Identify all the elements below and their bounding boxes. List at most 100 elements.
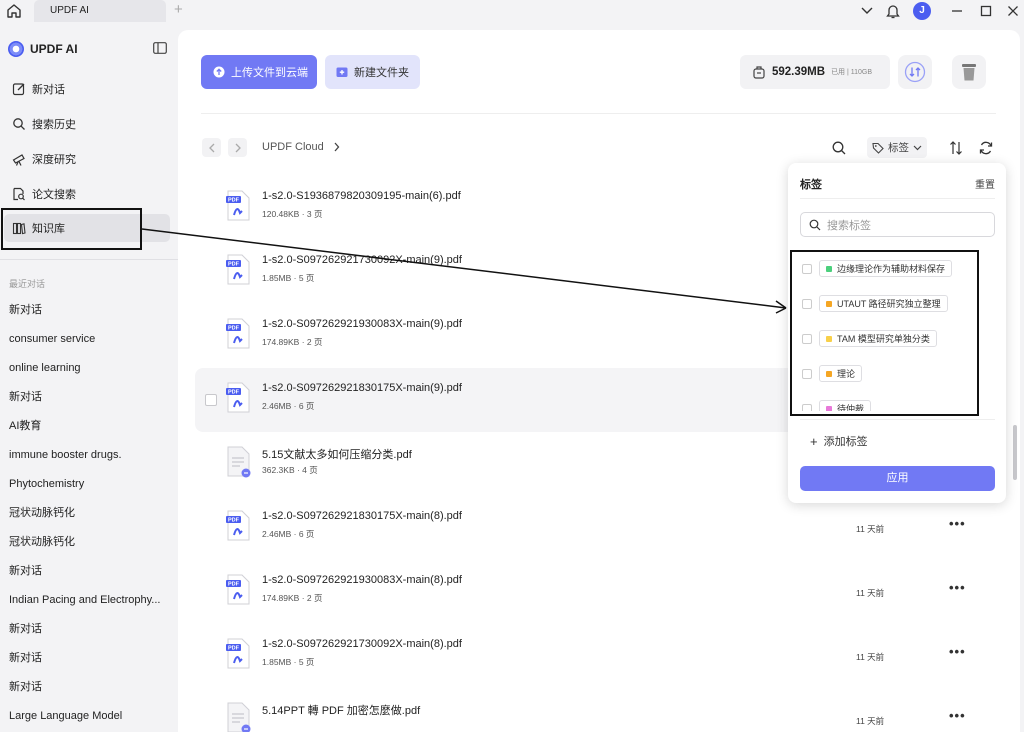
file-name[interactable]: 1-s2.0-S1936879820309195-main(6).pdf xyxy=(262,190,461,202)
file-row[interactable]: PDF 1-s2.0-S097262921730092X-main(8).pdf 1… xyxy=(195,624,995,688)
list-item[interactable]: online learning xyxy=(9,354,169,383)
more-options-icon[interactable]: ••• xyxy=(949,580,966,595)
sort-icon[interactable] xyxy=(948,140,964,156)
bell-icon[interactable] xyxy=(884,2,902,20)
sidebar-item-search-history[interactable]: 搜索历史 xyxy=(4,110,170,138)
plus-icon: + xyxy=(810,433,818,449)
minimize-icon[interactable] xyxy=(948,2,966,20)
more-options-icon[interactable]: ••• xyxy=(949,708,966,723)
breadcrumb-root[interactable]: UPDF Cloud xyxy=(262,141,324,153)
pdf-file-icon: PDF xyxy=(225,318,251,350)
search-icon xyxy=(13,118,25,130)
svg-text:PDF: PDF xyxy=(228,582,240,588)
sidebar-item-paper-search[interactable]: 论文搜索 xyxy=(4,180,170,208)
file-meta: 120.48KB · 3 页 xyxy=(262,209,323,219)
title-bar: UPDF AI + J xyxy=(0,0,1024,22)
divider xyxy=(0,259,178,260)
avatar[interactable]: J xyxy=(913,2,931,20)
file-name[interactable]: 5.15文献太多如何压缩分类.pdf xyxy=(262,446,412,462)
svg-text:PDF: PDF xyxy=(228,262,240,268)
reset-button[interactable]: 重置 xyxy=(975,176,995,191)
list-item[interactable]: 新对话 xyxy=(9,557,169,586)
document-file-icon xyxy=(225,702,251,732)
chevron-down-icon[interactable] xyxy=(858,2,876,20)
sidebar-item-new-chat[interactable]: 新对话 xyxy=(4,75,170,103)
tag-filter-label: 标签 xyxy=(888,142,909,154)
divider xyxy=(800,419,995,420)
list-item[interactable]: Indian Pacing and Electrophy... xyxy=(9,586,169,615)
highlight-box-knowledge-base xyxy=(1,208,142,250)
pdf-file-icon: PDF xyxy=(225,574,251,606)
file-checkbox[interactable] xyxy=(205,394,217,406)
file-name[interactable]: 1-s2.0-S097262921730092X-main(8).pdf xyxy=(262,638,462,650)
close-icon[interactable] xyxy=(1004,2,1022,20)
file-name[interactable]: 1-s2.0-S097262921930083X-main(8).pdf xyxy=(262,574,462,586)
file-name[interactable]: 1-s2.0-S097262921730092X-main(9).pdf xyxy=(262,254,462,266)
upload-label: 上传文件到云端 xyxy=(231,67,308,79)
brand-name: UPDF AI xyxy=(30,42,78,56)
new-tab-icon[interactable]: + xyxy=(174,1,183,18)
sidebar: UPDF AI 新对话 搜索历史 深度研究 论文搜索 知识库 最近对话 新对话 … xyxy=(0,30,178,732)
sidebar-item-label: 深度研究 xyxy=(32,154,76,166)
list-item[interactable]: consumer service xyxy=(9,325,169,354)
file-row[interactable]: 5.14PPT 轉 PDF 加密怎麼做.pdf 11 天前 ••• xyxy=(195,688,995,732)
file-name[interactable]: 1-s2.0-S097262921930083X-main(9).pdf xyxy=(262,318,462,330)
sync-button[interactable] xyxy=(898,55,932,89)
file-meta: 362.3KB · 4 页 xyxy=(262,465,318,475)
chevron-left-icon xyxy=(208,143,214,152)
list-item[interactable]: 新对话 xyxy=(9,673,169,702)
scrollbar[interactable] xyxy=(1013,425,1017,480)
storage-total: 已用 | 110GB xyxy=(831,69,873,76)
list-item[interactable]: 新对话 xyxy=(9,383,169,412)
search-icon[interactable] xyxy=(831,140,847,156)
file-row[interactable]: PDF 1-s2.0-S097262921930083X-main(8).pdf 1… xyxy=(195,560,995,624)
recent-section-label: 最近对话 xyxy=(9,279,46,289)
list-item[interactable]: 冠状动脉钙化 xyxy=(9,499,169,528)
file-name[interactable]: 1-s2.0-S097262921830175X-main(8).pdf xyxy=(262,510,462,522)
file-meta: 1.85MB · 5 页 xyxy=(262,273,315,283)
edit-icon xyxy=(12,83,25,96)
list-item[interactable]: immune booster drugs. xyxy=(9,441,169,470)
list-item[interactable]: 冠状动脉钙化 xyxy=(9,528,169,557)
apply-button[interactable]: 应用 xyxy=(800,466,995,491)
sidebar-collapse-icon[interactable] xyxy=(153,42,167,54)
file-name[interactable]: 1-s2.0-S097262921830175X-main(9).pdf xyxy=(262,382,462,394)
add-tag-button[interactable]: + 添加标签 xyxy=(810,433,868,449)
file-meta: 174.89KB · 2 页 xyxy=(262,337,323,347)
storage-indicator[interactable]: 592.39MB 已用 | 110GB xyxy=(740,55,890,89)
new-folder-button[interactable]: 新建文件夹 xyxy=(325,55,420,89)
upload-button[interactable]: 上传文件到云端 xyxy=(201,55,317,89)
forward-button[interactable] xyxy=(228,138,247,157)
back-button[interactable] xyxy=(202,138,221,157)
list-item[interactable]: AI教育 xyxy=(9,412,169,441)
list-item[interactable]: 新对话 xyxy=(9,296,169,325)
file-row[interactable]: PDF 1-s2.0-S097262921830175X-main(8).pdf 2… xyxy=(195,496,995,560)
pdf-file-icon: PDF xyxy=(225,254,251,286)
file-name[interactable]: 5.14PPT 轉 PDF 加密怎麼做.pdf xyxy=(262,702,420,718)
list-item[interactable]: Phytochemistry xyxy=(9,470,169,499)
tab-updf-ai[interactable]: UPDF AI xyxy=(34,0,166,22)
more-options-icon[interactable]: ••• xyxy=(949,516,966,531)
storage-icon xyxy=(753,66,765,79)
updf-logo-icon xyxy=(8,41,24,57)
svg-text:PDF: PDF xyxy=(228,198,240,204)
tag-icon xyxy=(872,142,884,154)
tag-search-input[interactable]: 搜索标签 xyxy=(800,212,995,237)
maximize-icon[interactable] xyxy=(977,2,995,20)
home-icon[interactable] xyxy=(5,2,23,20)
sidebar-item-deep-research[interactable]: 深度研究 xyxy=(4,145,170,173)
pdf-file-icon: PDF xyxy=(225,510,251,542)
trash-button[interactable] xyxy=(952,55,986,89)
list-item[interactable]: Large Language Model xyxy=(9,702,169,731)
upload-icon xyxy=(213,66,225,78)
tag-filter-button[interactable]: 标签 xyxy=(867,137,927,158)
sidebar-item-label: 论文搜索 xyxy=(32,189,76,201)
list-item[interactable]: 新对话 xyxy=(9,615,169,644)
recent-conversations: 新对话 consumer service online learning 新对话… xyxy=(9,296,169,731)
chevron-right-icon xyxy=(334,142,340,152)
more-options-icon[interactable]: ••• xyxy=(949,644,966,659)
pdf-file-icon: PDF xyxy=(225,382,251,414)
refresh-icon[interactable] xyxy=(978,140,994,156)
doc-search-icon xyxy=(13,187,25,201)
list-item[interactable]: 新对话 xyxy=(9,644,169,673)
